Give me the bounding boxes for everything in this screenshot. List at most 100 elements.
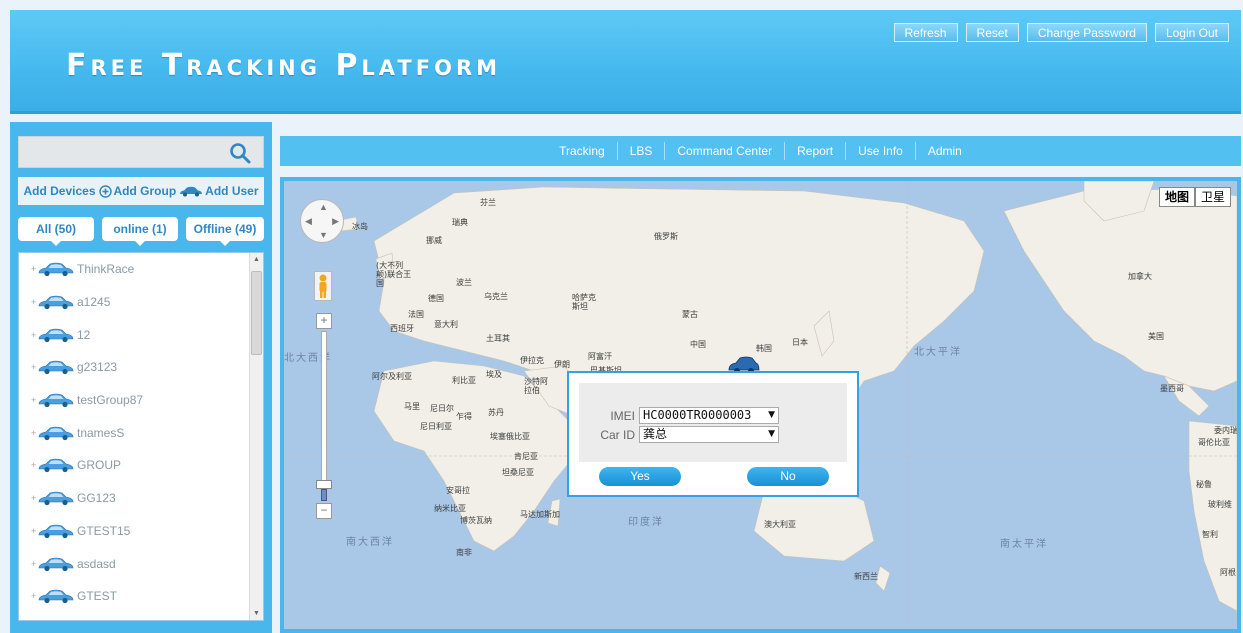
filter-all-tab[interactable]: All (50): [18, 217, 94, 246]
map-label: 秘鲁: [1196, 480, 1212, 489]
map-label: 沙特阿拉伯: [524, 377, 548, 395]
refresh-button[interactable]: Refresh: [893, 23, 958, 42]
yes-button[interactable]: Yes: [599, 467, 681, 486]
imei-label: IMEI: [610, 408, 635, 423]
car-icon: [38, 459, 74, 473]
map-label: 阿富汗: [588, 352, 612, 361]
map-label: 马里: [404, 402, 420, 411]
carid-label: Car ID: [600, 427, 635, 442]
street-view-pegman-icon[interactable]: [314, 271, 332, 301]
zoom-slider[interactable]: + −: [316, 313, 332, 521]
brand-title: Free Tracking Platform: [66, 48, 502, 83]
nav-command-center[interactable]: Command Center: [665, 144, 784, 158]
map-label: 西班牙: [390, 324, 414, 333]
add-user-button[interactable]: Add User: [179, 184, 259, 198]
map-label: 马达加斯加: [520, 510, 560, 519]
nav-admin[interactable]: Admin: [916, 144, 974, 158]
reset-button[interactable]: Reset: [965, 23, 1019, 42]
filter-offline-tab[interactable]: Offline (49): [186, 217, 264, 246]
device-name: asdasd: [77, 556, 116, 571]
device-list-item[interactable]: +12: [19, 318, 263, 351]
map-label: 冰岛: [352, 222, 368, 231]
device-list-item[interactable]: + GTEST15: [19, 515, 263, 548]
device-list-item[interactable]: + GG123: [19, 482, 263, 515]
nav-lbs[interactable]: LBS: [618, 144, 665, 158]
device-list-item[interactable]: + g23123: [19, 351, 263, 384]
filter-online-tab[interactable]: online (1): [102, 217, 178, 246]
device-list-item[interactable]: + tnamesS: [19, 416, 263, 449]
device-list-scrollbar[interactable]: ▲ ▼: [249, 253, 263, 620]
device-list-item[interactable]: + ThinkRace: [19, 253, 263, 286]
search-icon[interactable]: [229, 142, 251, 164]
zoom-track[interactable]: [321, 331, 327, 501]
map-label: 尼日利亚: [420, 422, 452, 431]
map-type-map-button[interactable]: 地图: [1158, 187, 1195, 207]
action-bar: Add Devices Add Group Add User: [18, 177, 264, 205]
imei-select[interactable]: HC0000TR0000003 ▼: [639, 407, 779, 424]
device-name: g23123: [77, 360, 118, 375]
carid-row: Car ID 龚总 ▼: [579, 426, 847, 443]
car-icon: [38, 524, 74, 538]
search-input[interactable]: [19, 137, 219, 167]
ocean-label: 北大平洋: [914, 347, 962, 358]
map-type-satellite-button[interactable]: 卫星: [1194, 187, 1231, 207]
map-label: 俄罗斯: [654, 232, 678, 241]
map-label: 乌克兰: [484, 292, 508, 301]
map-label: 加拿大: [1128, 272, 1152, 281]
scroll-down-icon[interactable]: ▼: [253, 610, 260, 617]
zoom-out-button[interactable]: −: [316, 503, 332, 519]
scroll-thumb[interactable]: [251, 271, 262, 355]
map-label: 安哥拉: [446, 486, 470, 495]
map-label: 新西兰: [854, 572, 878, 581]
map-label: 中国: [690, 340, 706, 349]
car-icon: [38, 295, 74, 310]
map-label: 澳大利亚: [764, 520, 796, 529]
device-name: ThinkRace: [77, 262, 135, 277]
map-label: 利比亚: [452, 376, 476, 385]
map-label: 尼日尔: [430, 404, 454, 413]
map-pan-control[interactable]: ▲ ◀ ▶ ▼: [300, 199, 344, 243]
pan-down-icon[interactable]: ▼: [319, 230, 328, 240]
device-list-item[interactable]: + GTEST: [19, 580, 263, 613]
map-label: 博茨瓦纳: [460, 516, 492, 525]
map-label: 日本: [792, 338, 808, 347]
device-name: GTEST: [77, 589, 118, 604]
device-list-item[interactable]: + testGroup87: [19, 384, 263, 417]
map-label: 南非: [456, 548, 472, 557]
device-list-item[interactable]: + a1245: [19, 286, 263, 319]
nav-tracking[interactable]: Tracking: [547, 144, 617, 158]
no-button[interactable]: No: [747, 467, 829, 486]
car-icon: [38, 426, 74, 440]
add-group-button[interactable]: Add Group: [98, 184, 177, 198]
scroll-up-icon[interactable]: ▲: [253, 256, 260, 263]
zoom-handle[interactable]: [316, 480, 332, 489]
pan-right-icon[interactable]: ▶: [332, 216, 339, 227]
add-group-label: Add Group: [113, 184, 177, 198]
pan-up-icon[interactable]: ▲: [319, 202, 328, 212]
map-label: 阿根: [1220, 568, 1236, 577]
imei-value: HC0000TR0000003: [643, 408, 752, 422]
map-label: 苏丹: [488, 408, 504, 417]
car-icon: [38, 589, 74, 604]
add-devices-button[interactable]: Add Devices: [23, 184, 95, 198]
map-label: 肯尼亚: [514, 452, 538, 461]
map-label: 意大利: [434, 320, 458, 329]
map-label: 芬兰: [480, 198, 496, 207]
device-list-item[interactable]: + GROUP: [19, 449, 263, 482]
map-label: 土耳其: [486, 334, 510, 343]
pan-left-icon[interactable]: ◀: [305, 216, 312, 227]
ocean-label: 南太平洋: [1000, 539, 1048, 550]
zoom-in-button[interactable]: +: [316, 313, 332, 329]
nav-report[interactable]: Report: [785, 144, 845, 158]
device-name: a1245: [77, 295, 111, 310]
map-label: 德国: [428, 294, 444, 303]
device-name: GG123: [77, 491, 116, 506]
nav-use-info[interactable]: Use Info: [846, 144, 915, 158]
login-out-button[interactable]: Login Out: [1154, 23, 1229, 42]
device-name: testGroup87: [77, 393, 144, 408]
map-label: 哥伦比亚: [1198, 438, 1230, 447]
add-user-label: Add User: [205, 184, 259, 198]
device-list-item[interactable]: + asdasd: [19, 547, 263, 580]
change-password-button[interactable]: Change Password: [1026, 23, 1147, 42]
carid-select[interactable]: 龚总 ▼: [639, 426, 779, 443]
